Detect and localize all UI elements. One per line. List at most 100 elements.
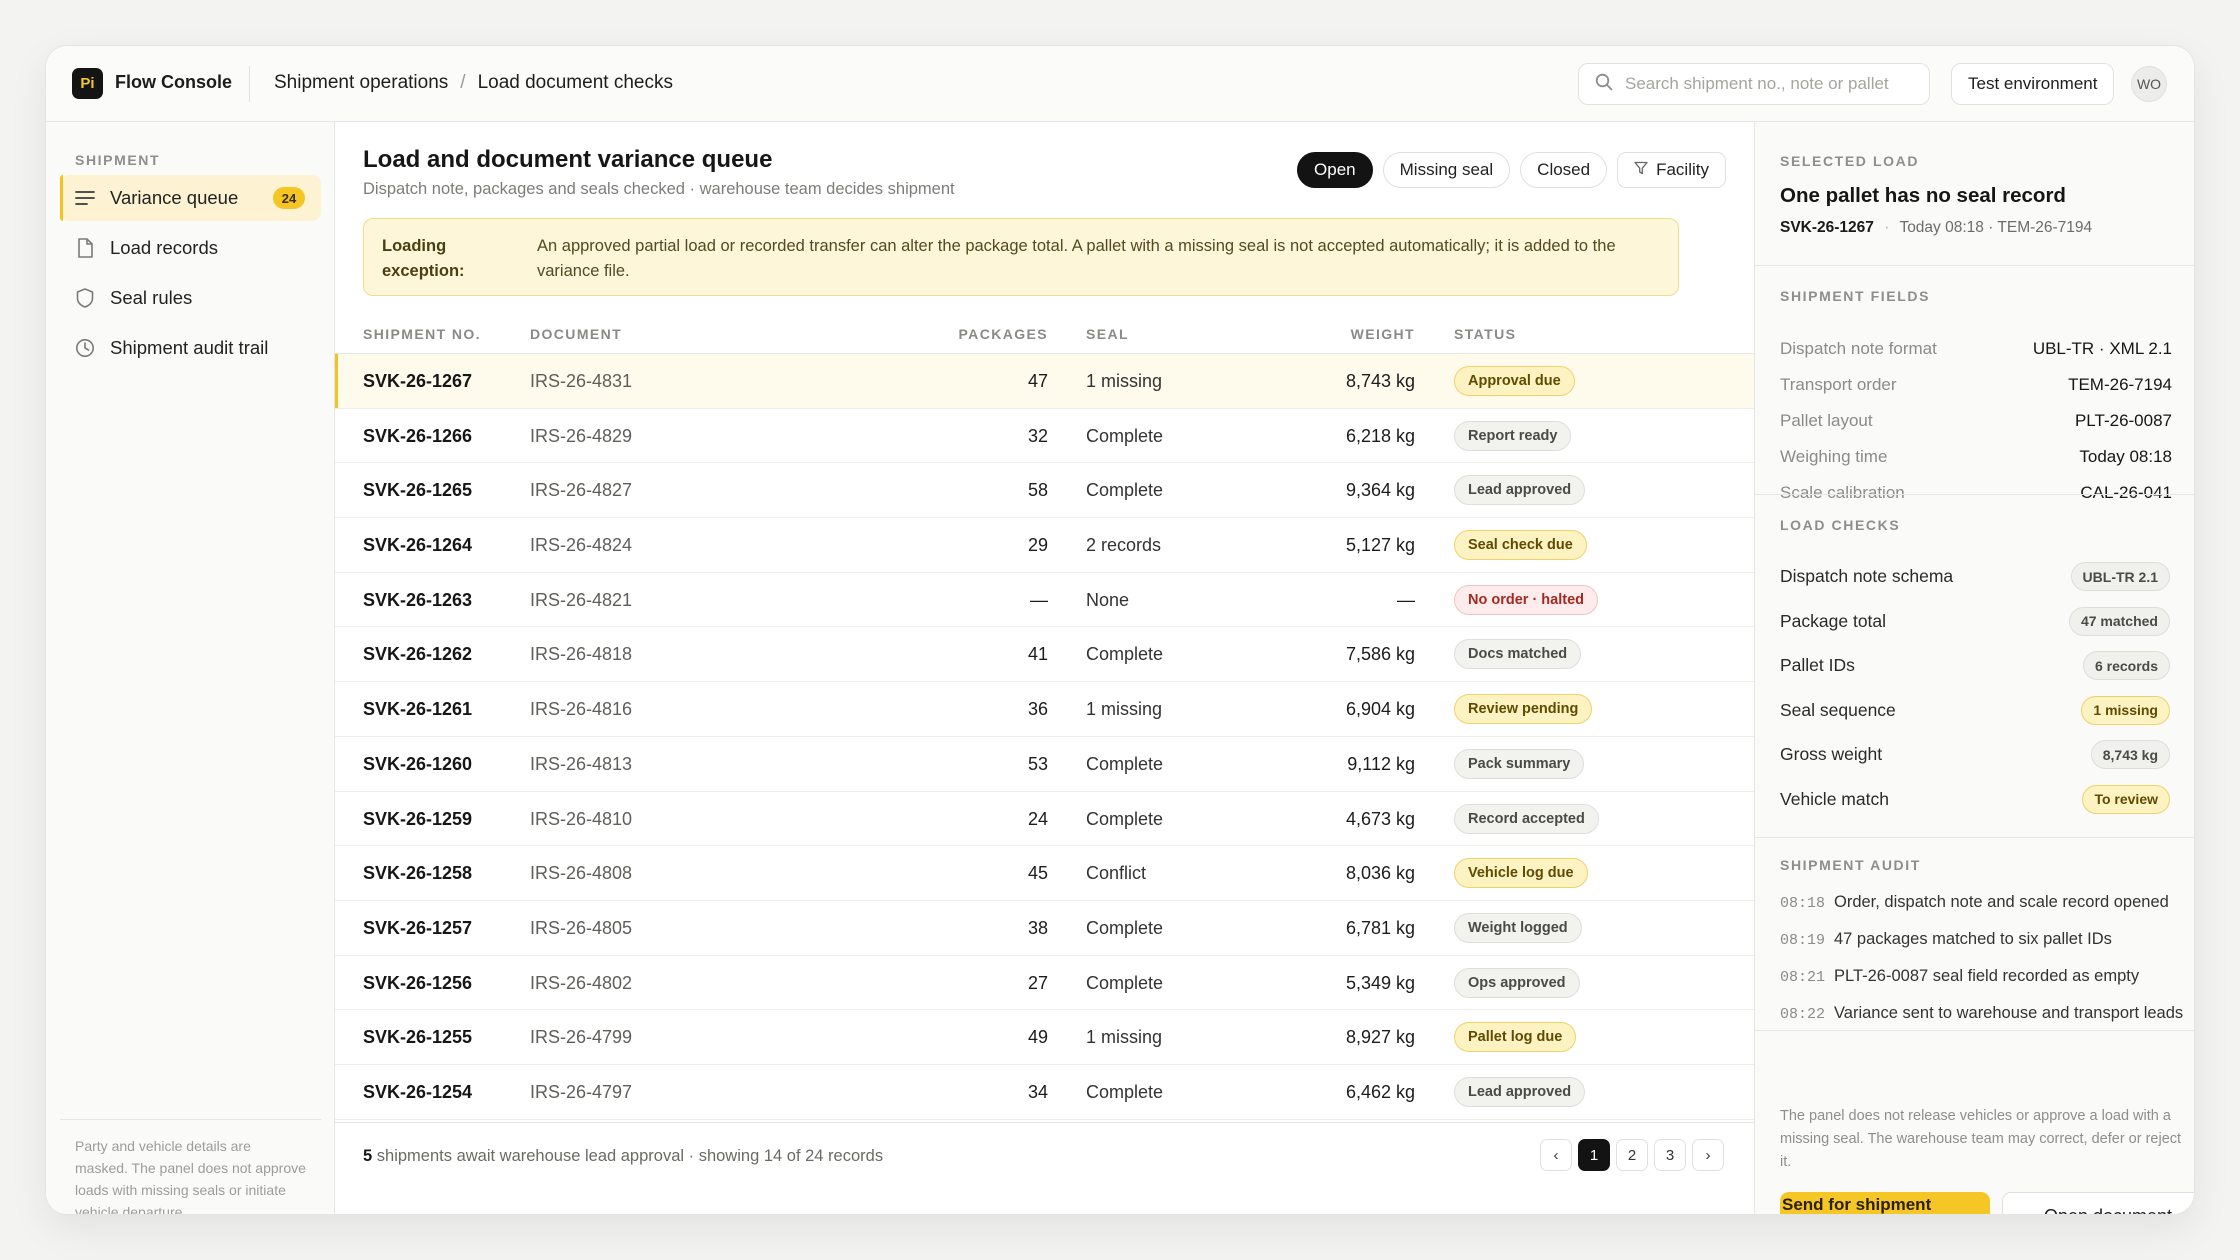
audit-text: 47 packages matched to six pallet IDs — [1834, 930, 2112, 948]
sidebar-item-label: Seal rules — [110, 287, 193, 308]
load-checks-heading: LOAD CHECKS — [1780, 517, 1901, 533]
check-status-tag: 47 matched — [2068, 606, 2170, 636]
check-label: Seal sequence — [1780, 699, 1896, 720]
check-row: Gross weight 8,743 kg — [1780, 740, 2194, 770]
filter-label: Missing seal — [1399, 160, 1494, 179]
weight-value: 9,364 kg — [1345, 480, 1415, 501]
panel-note: The panel does not release vehicles or a… — [1780, 1108, 2182, 1170]
filter-label: Open — [1314, 160, 1356, 179]
field-label: Weighing time — [1780, 447, 1888, 466]
weight-value: — — [1397, 589, 1415, 610]
seal-status: Conflict — [1086, 863, 1147, 884]
sidebar-note: Party and vehicle details are masked. Th… — [75, 1138, 306, 1215]
next-page-button[interactable]: › — [1692, 1139, 1724, 1171]
column-header-document[interactable]: DOCUMENT — [530, 326, 622, 342]
check-label: Vehicle match — [1780, 788, 1889, 809]
document-number: IRS-26-4818 — [530, 644, 633, 665]
app-name[interactable]: Flow Console — [115, 72, 232, 93]
filter-open[interactable]: Open — [1297, 152, 1373, 188]
sidebar: SHIPMENT Variance queue 24 Load records … — [46, 122, 335, 1215]
shipment-number: SVK-26-1263 — [363, 589, 473, 610]
table-row[interactable]: SVK-26-1262 IRS-26-4818 41 Complete 7,586 kg… — [335, 627, 1754, 683]
shipment-number: SVK-26-1254 — [363, 1081, 473, 1102]
search-box[interactable] — [1578, 63, 1930, 105]
selected-load-meta: SVK-26-1267 · Today 08:18 · TEM-26-7194 — [1780, 219, 2092, 237]
prev-page-button[interactable]: ‹ — [1540, 1139, 1572, 1171]
shipment-number: SVK-26-1260 — [363, 753, 473, 774]
column-header-shipment[interactable]: SHIPMENT NO. — [363, 326, 481, 342]
column-header-packages[interactable]: PACKAGES — [958, 326, 1048, 342]
column-header-seal[interactable]: SEAL — [1086, 326, 1129, 342]
field-value: TEM-26-7194 — [2068, 375, 2172, 394]
table-row[interactable]: SVK-26-1254 IRS-26-4797 34 Complete 6,462 kg… — [335, 1065, 1754, 1120]
count-badge: 24 — [273, 187, 305, 209]
status-badge: Weight logged — [1454, 912, 1582, 943]
field-label: Transport order — [1780, 375, 1897, 394]
table-row[interactable]: SVK-26-1256 IRS-26-4802 27 Complete 5,349 kg… — [335, 956, 1754, 1011]
audit-text: Variance sent to warehouse and transport… — [1834, 1004, 2184, 1022]
audit-entry: 08:18 Order, dispatch note and scale reco… — [1780, 893, 2169, 912]
document-number: IRS-26-4829 — [530, 425, 633, 446]
table-row[interactable]: SVK-26-1265 IRS-26-4827 58 Complete 9,364 kg… — [335, 463, 1754, 519]
weight-value: 6,462 kg — [1345, 1081, 1415, 1102]
app-logo[interactable]: Pi — [72, 68, 103, 99]
table-row[interactable]: SVK-26-1264 IRS-26-4824 29 2 records 5,127 k… — [335, 518, 1754, 573]
table-row[interactable]: SVK-26-1257 IRS-26-4805 38 Complete 6,781 kg… — [335, 901, 1754, 956]
column-header-weight[interactable]: WEIGHT — [1351, 326, 1415, 342]
shipment-fields-heading: SHIPMENT FIELDS — [1780, 288, 1931, 304]
page-button-1[interactable]: 1 — [1578, 1139, 1610, 1171]
field-value: Today 08:18 — [2079, 447, 2172, 466]
column-header-status[interactable]: STATUS — [1454, 326, 1516, 342]
shipment-number: SVK-26-1267 — [363, 371, 473, 391]
filter-facility[interactable]: Facility — [1617, 152, 1726, 188]
table-header: SHIPMENT NO. DOCUMENT PACKAGES SEAL WEIG… — [335, 312, 1754, 354]
package-count: 27 — [1027, 972, 1048, 993]
send-for-approval-button[interactable]: Send for shipment approval — [1780, 1192, 1990, 1214]
sidebar-item-seal-rules[interactable]: Seal rules — [60, 275, 321, 321]
avatar[interactable]: WO — [2131, 66, 2167, 102]
list-icon — [74, 187, 96, 209]
document-number: IRS-26-4797 — [530, 1081, 633, 1102]
document-number: IRS-26-4799 — [530, 1027, 633, 1048]
check-label: Package total — [1780, 610, 1887, 631]
audit-text: PLT-26-0087 seal field recorded as empty — [1834, 967, 2140, 985]
sidebar-item-audit-trail[interactable]: Shipment audit trail — [60, 325, 321, 371]
seal-status: Complete — [1086, 972, 1164, 993]
check-status-tag: 6 records — [2082, 651, 2170, 680]
table-row[interactable]: SVK-26-1266 IRS-26-4829 32 Complete 6,218 kg… — [335, 409, 1754, 464]
table-row[interactable]: SVK-26-1258 IRS-26-4808 45 Conflict 8,036 kg… — [335, 846, 1754, 901]
table-row[interactable]: SVK-26-1267 IRS-26-4831 47 1 missing 8,743 k… — [335, 354, 1754, 409]
table-row[interactable]: SVK-26-1260 IRS-26-4813 53 Complete 9,112 kg… — [335, 737, 1754, 792]
meta-separator: · — [1884, 219, 1890, 236]
seal-status: 1 missing — [1086, 699, 1163, 720]
topbar-divider — [249, 66, 250, 102]
sidebar-item-load-records[interactable]: Load records — [60, 225, 321, 271]
open-document-button[interactable]: Open document — [2002, 1192, 2194, 1214]
table-row[interactable]: SVK-26-1259 IRS-26-4810 24 Complete 4,673 kg… — [335, 792, 1754, 847]
table-row[interactable]: SVK-26-1263 IRS-26-4821 — None — No order · h… — [335, 573, 1754, 628]
document-number: IRS-26-4824 — [530, 535, 633, 556]
table-row[interactable]: SVK-26-1261 IRS-26-4816 36 1 missing 6,904 k… — [335, 682, 1754, 737]
search-input[interactable] — [1625, 74, 1915, 94]
footer-text: shipments await warehouse lead approval … — [376, 1147, 884, 1165]
document-number: IRS-26-4808 — [530, 863, 633, 884]
weight-value: 6,218 kg — [1345, 425, 1415, 446]
breadcrumb-item-operations[interactable]: Shipment operations — [274, 72, 448, 94]
exception-banner: Loading exception: An approved partial l… — [363, 218, 1679, 296]
status-badge: Vehicle log due — [1454, 858, 1588, 889]
environment-button[interactable]: Test environment — [1951, 63, 2115, 105]
sidebar-heading: SHIPMENT — [75, 152, 161, 168]
filter-icon — [1634, 160, 1648, 180]
table-row[interactable]: SVK-26-1255 IRS-26-4799 49 1 missing 8,927 k… — [335, 1010, 1754, 1065]
audit-entry: 08:19 47 packages matched to six pallet I… — [1780, 930, 2112, 949]
sidebar-item-variance-queue[interactable]: Variance queue 24 — [60, 175, 321, 221]
filter-missing-seal[interactable]: Missing seal — [1382, 152, 1511, 188]
page-subtitle: Dispatch note, packages and seals checke… — [363, 180, 955, 198]
search-icon — [1595, 73, 1613, 96]
status-badge: Record accepted — [1454, 803, 1599, 834]
check-row: Seal sequence 1 missing — [1780, 695, 2194, 726]
page-button-2[interactable]: 2 — [1616, 1139, 1648, 1171]
filter-closed[interactable]: Closed — [1520, 152, 1608, 188]
check-row: Vehicle match To review — [1780, 784, 2194, 815]
page-button-3[interactable]: 3 — [1654, 1139, 1686, 1171]
